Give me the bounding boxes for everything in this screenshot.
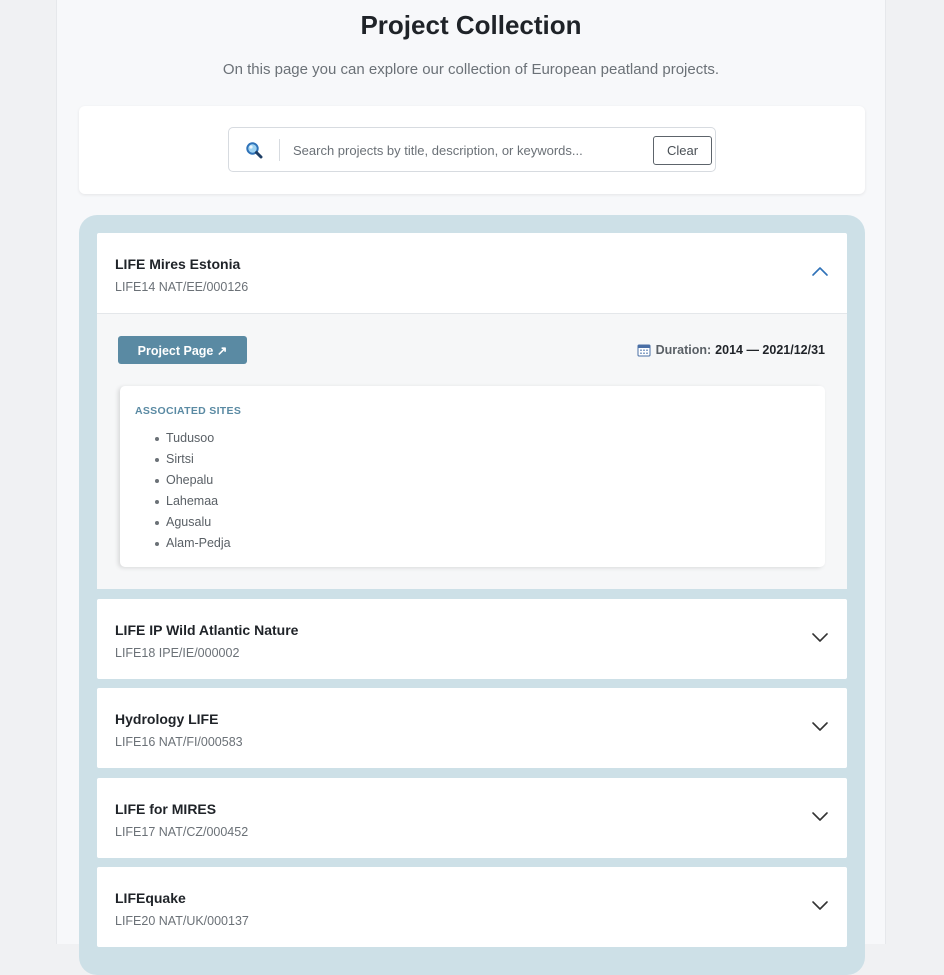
project-code: LIFE17 NAT/CZ/000452 bbox=[115, 825, 249, 839]
duration-label: Duration: bbox=[655, 343, 712, 357]
clear-button[interactable]: Clear bbox=[653, 136, 712, 165]
page-title: Project Collection bbox=[360, 10, 582, 40]
sites-list: Tudusoo Sirtsi Ohepalu Lahemaa Agusalu A… bbox=[155, 428, 231, 554]
site-item: Sirtsi bbox=[155, 449, 231, 470]
site-item: Agusalu bbox=[155, 512, 231, 533]
associated-sites-card: ASSOCIATED SITES Tudusoo Sirtsi Ohepalu … bbox=[120, 386, 825, 567]
project-page-button[interactable]: Project Page ↗ bbox=[118, 336, 247, 364]
page-subtitle: On this page you can explore our collect… bbox=[222, 61, 720, 78]
project-title: LIFE IP Wild Atlantic Nature bbox=[115, 622, 299, 638]
project-header[interactable]: LIFE for MIRES LIFE17 NAT/CZ/000452 bbox=[97, 778, 847, 858]
project-header[interactable]: LIFE IP Wild Atlantic Nature LIFE18 IPE/… bbox=[97, 599, 847, 679]
search-input[interactable] bbox=[293, 137, 643, 163]
project-item: LIFE Mires Estonia LIFE14 NAT/EE/000126 … bbox=[97, 233, 847, 589]
project-title: LIFE for MIRES bbox=[115, 801, 217, 817]
search-box: Clear bbox=[228, 127, 716, 172]
project-header[interactable]: LIFEquake LIFE20 NAT/UK/000137 bbox=[97, 867, 847, 947]
search-icon bbox=[246, 142, 263, 159]
duration-value: 2014 — 2021/12/31 bbox=[715, 343, 825, 357]
chevron-down-icon[interactable] bbox=[811, 810, 829, 822]
chevron-down-icon[interactable] bbox=[811, 899, 829, 911]
project-details: Project Page ↗ Duration: 2014 — 2021/12/… bbox=[97, 313, 847, 589]
project-title: Hydrology LIFE bbox=[115, 711, 219, 727]
calendar-icon bbox=[637, 344, 651, 357]
project-item: LIFEquake LIFE20 NAT/UK/000137 bbox=[97, 867, 847, 947]
site-item: Tudusoo bbox=[155, 428, 231, 449]
search-card: Clear bbox=[79, 106, 865, 194]
project-item: Hydrology LIFE LIFE16 NAT/FI/000583 bbox=[97, 688, 847, 768]
project-code: LIFE14 NAT/EE/000126 bbox=[115, 280, 249, 294]
project-item: LIFE IP Wild Atlantic Nature LIFE18 IPE/… bbox=[97, 599, 847, 679]
chevron-down-icon[interactable] bbox=[811, 631, 829, 643]
chevron-up-icon[interactable] bbox=[811, 265, 829, 277]
page: Project Collection On this page you can … bbox=[56, 0, 886, 975]
project-code: LIFE16 NAT/FI/000583 bbox=[115, 735, 243, 749]
project-item: LIFE for MIRES LIFE17 NAT/CZ/000452 bbox=[97, 778, 847, 858]
duration: Duration: 2014 — 2021/12/31 bbox=[637, 343, 825, 357]
project-list: LIFE Mires Estonia LIFE14 NAT/EE/000126 … bbox=[79, 215, 865, 975]
site-item: Alam-Pedja bbox=[155, 533, 231, 554]
chevron-down-icon[interactable] bbox=[811, 720, 829, 732]
site-item: Ohepalu bbox=[155, 470, 231, 491]
project-header[interactable]: Hydrology LIFE LIFE16 NAT/FI/000583 bbox=[97, 688, 847, 768]
project-header[interactable]: LIFE Mires Estonia LIFE14 NAT/EE/000126 bbox=[97, 233, 847, 313]
search-divider bbox=[279, 139, 280, 161]
project-code: LIFE20 NAT/UK/000137 bbox=[115, 914, 249, 928]
associated-sites-heading: ASSOCIATED SITES bbox=[135, 405, 242, 417]
project-code: LIFE18 IPE/IE/000002 bbox=[115, 646, 240, 660]
project-title: LIFE Mires Estonia bbox=[115, 256, 241, 272]
project-title: LIFEquake bbox=[115, 890, 186, 906]
site-item: Lahemaa bbox=[155, 491, 231, 512]
